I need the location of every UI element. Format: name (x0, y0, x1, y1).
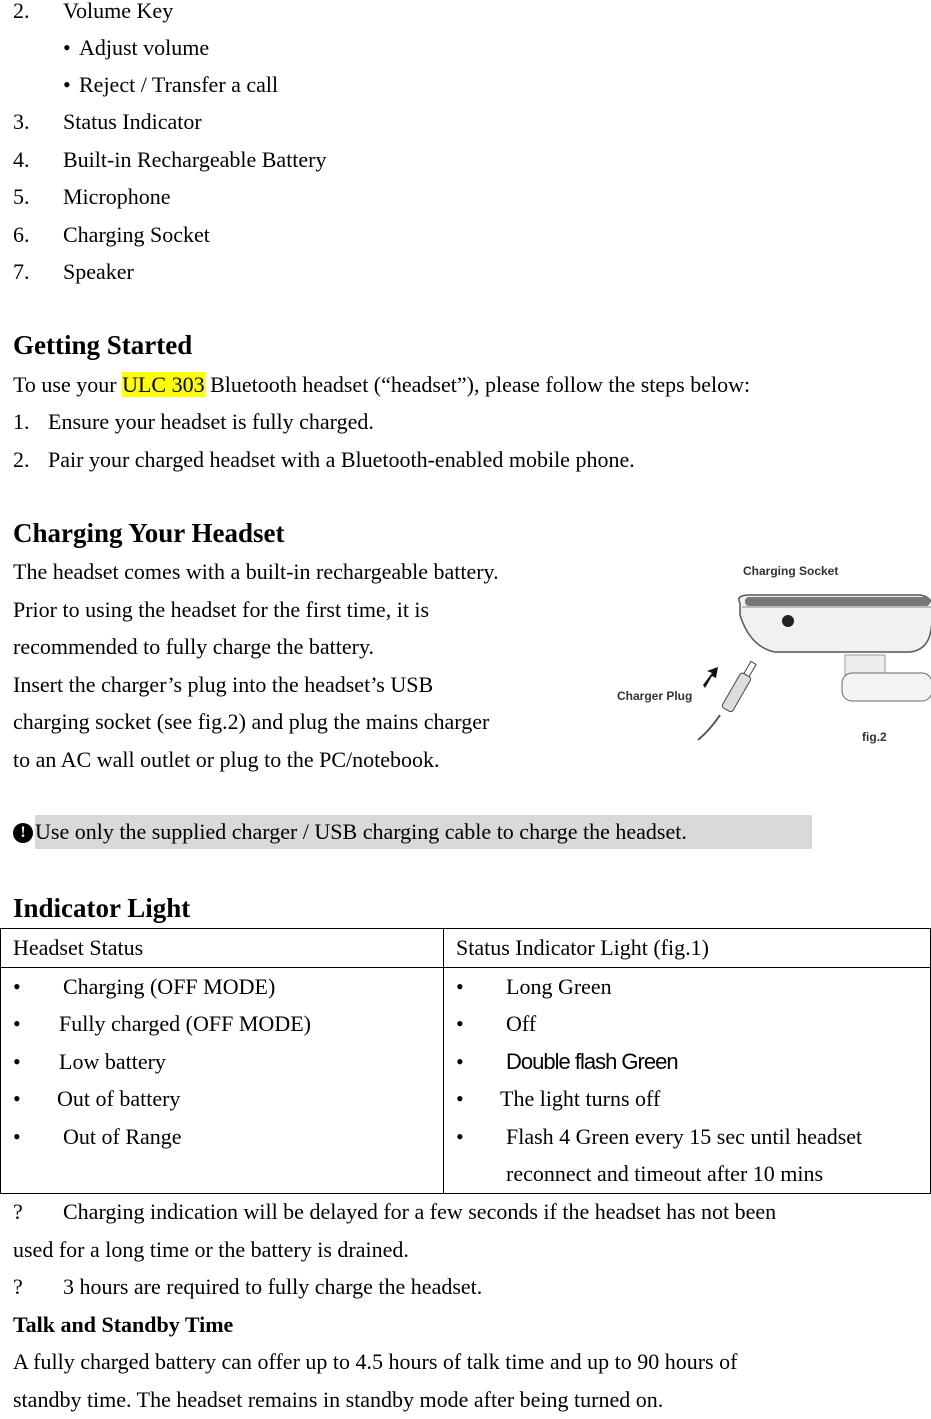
body-text: charging socket (see fig.2) and plug the… (13, 709, 490, 734)
list-item: 7. Speaker (13, 259, 134, 284)
section-heading-charging: Charging Your Headset (13, 518, 285, 548)
section-heading-indicator: Indicator Light (13, 893, 191, 923)
sub-item-label: Adjust volume (79, 35, 210, 60)
body-text: standby time. The headset remains in sta… (13, 1387, 664, 1412)
table-header: Headset Status (0, 928, 444, 968)
footnote: ? 3 hours are required to fully charge th… (13, 1274, 483, 1299)
sub-item-label: Reject / Transfer a call (79, 72, 279, 97)
list-item: 6. Charging Socket (13, 222, 210, 247)
list-item: 2. Volume Key (13, 0, 173, 30)
warning-text: Use only the supplied charger / USB char… (35, 815, 812, 849)
list-item: 5. Microphone (13, 184, 171, 209)
socket-label: Charging Socket (743, 564, 838, 578)
charging-figure: Charging Socket Charger Plug fig.2 (617, 564, 931, 744)
body-text: Insert the charger’s plug into the heads… (13, 672, 434, 697)
footnote-cont: used for a long time or the battery is d… (13, 1237, 409, 1262)
item-label: Volume Key (63, 0, 174, 23)
table-header: Status Indicator Light (fig.1) (443, 928, 931, 968)
light-cell: • Long Green • Off • Double flash Green • Th… (443, 966, 931, 1194)
sub-item: • Reject / Transfer a call (63, 72, 279, 97)
model-highlight: ULC 303 (122, 372, 205, 397)
section-heading-talk-standby: Talk and Standby Time (13, 1312, 234, 1337)
body-text: The headset comes with a built-in rechar… (13, 559, 499, 584)
plug-label: Charger Plug (617, 689, 692, 703)
indicator-table: Headset Status Status Indicator Light (f… (0, 928, 931, 1194)
exclamation-icon: ! (13, 823, 33, 843)
item-number: 2. (13, 0, 30, 23)
step-item: 1. Ensure your headset is fully charged. (13, 409, 374, 434)
sub-item: • Adjust volume (63, 35, 210, 60)
footnote: ? Charging indication will be delayed for… (13, 1199, 777, 1224)
status-cell: • Charging (OFF MODE) • Fully charged (OFF… (0, 966, 444, 1194)
list-item: 3. Status Indicator (13, 109, 202, 134)
table-header-row: Headset Status Status Indicator Light (f… (0, 928, 931, 968)
list-item: 4. Built-in Rechargeable Battery (13, 147, 327, 172)
body-text: Prior to using the headset for the first… (13, 597, 430, 622)
table-row: • Charging (OFF MODE) • Fully charged (OFF… (0, 966, 931, 1194)
body-text: A fully charged battery can offer up to … (13, 1349, 738, 1374)
step-item: 2. Pair your charged headset with a Bluet… (13, 447, 635, 472)
body-text: to an AC wall outlet or plug to the PC/n… (13, 747, 440, 772)
socket-hole (782, 615, 794, 627)
arrow-icon (703, 667, 718, 688)
warning-note: ! Use only the supplied charger / USB cha… (13, 815, 812, 849)
figure-caption: fig.2 (862, 730, 887, 744)
body-text: recommended to fully charge the battery. (13, 634, 375, 659)
charger-plug (721, 660, 757, 713)
intro-text: To use your ULC 303 Bluetooth headset (“… (13, 372, 751, 397)
section-heading-getting-started: Getting Started (13, 330, 193, 360)
